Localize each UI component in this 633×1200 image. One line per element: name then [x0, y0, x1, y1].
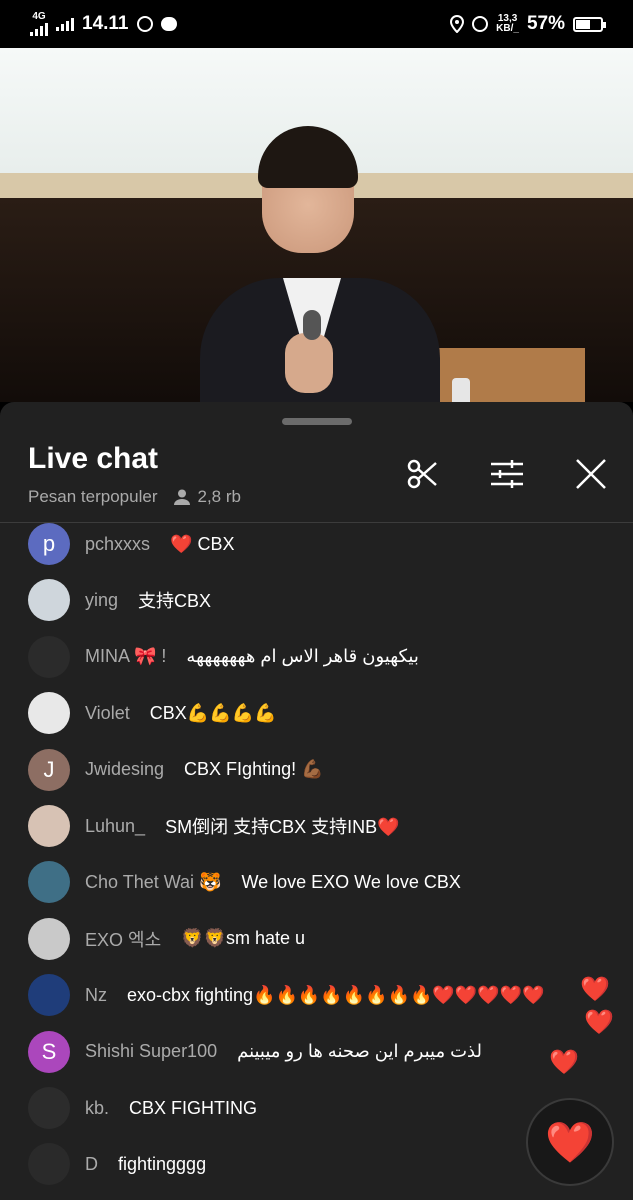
data-speed-unit: KB/_: [496, 23, 519, 34]
message-author[interactable]: D: [85, 1154, 98, 1175]
avatar[interactable]: [28, 805, 70, 847]
message-author[interactable]: Shishi Super100: [85, 1041, 217, 1062]
battery-level: [576, 19, 590, 29]
signal-icon: [30, 22, 48, 36]
message-author[interactable]: pchxxxs: [85, 534, 150, 555]
message-text: ❤️ CBX: [170, 533, 235, 554]
message-author[interactable]: ying: [85, 590, 118, 611]
status-left: 4G 14.11: [30, 12, 177, 36]
location-icon: [450, 15, 465, 33]
viewer-count-label: 2,8 rb: [197, 487, 241, 506]
chat-message[interactable]: Dfightingggg: [28, 1143, 207, 1186]
chat-message[interactable]: Cho Thet Wai 🐯 We love EXO We love CBX: [28, 861, 461, 904]
heart-icon: ❤️: [545, 1120, 595, 1165]
clip-button[interactable]: [403, 454, 443, 494]
heart-reaction-button[interactable]: ❤️: [526, 1098, 614, 1186]
avatar[interactable]: [28, 917, 70, 960]
person-icon: [174, 489, 191, 505]
message-text: بیکهیون قاهر الاس ام هههههههه: [186, 646, 419, 667]
avatar[interactable]: p: [28, 523, 70, 565]
clock: 14.11: [82, 13, 129, 34]
sliders-icon: [491, 460, 523, 488]
alarm-icon: [472, 16, 489, 32]
floating-heart-icon: ❤️: [580, 976, 610, 1003]
message-text: 支持CBX: [138, 591, 212, 612]
chat-title: Live chat: [28, 442, 159, 475]
signal-icon-2: [56, 17, 74, 31]
message-author[interactable]: MINA 🎀 !: [85, 646, 166, 667]
avatar[interactable]: [28, 974, 70, 1017]
viewer-count: 2,8 rb: [173, 487, 241, 507]
chat-message[interactable]: kb. CBX FIGHTING: [28, 1087, 257, 1129]
floating-heart-icon: ❤️: [584, 1009, 614, 1036]
chat-mode-selector[interactable]: Pesan terpopuler: [28, 487, 157, 507]
chat-message[interactable]: J Jwidesing CBX FIghting! 💪🏾: [28, 748, 324, 791]
live-chat-panel: Live chat Pesan terpopuler 2,8 rb p pchxx…: [0, 402, 633, 1200]
network-label: 4G: [32, 11, 46, 22]
message-author[interactable]: Luhun_: [85, 816, 145, 837]
message-list[interactable]: p pchxxxs ❤️ CBX ying 支持CBX MINA 🎀 ! بیکهیون ق…: [0, 523, 633, 1200]
chat-message[interactable]: Nz exo-cbx fighting🔥🔥🔥🔥🔥🔥🔥🔥❤️❤️❤️❤️❤️: [28, 974, 545, 1017]
battery-percent: 57%: [526, 13, 565, 34]
chat-message[interactable]: Luhun_ SM倒闭 支持CBX 支持INB❤️: [28, 805, 400, 847]
message-author[interactable]: Jwidesing: [85, 759, 164, 780]
status-right: 13,3 KB/_ 57%: [450, 13, 606, 35]
avatar[interactable]: [28, 579, 70, 622]
message-author[interactable]: Cho Thet Wai 🐯: [85, 872, 221, 893]
battery-icon: [573, 16, 606, 32]
avatar[interactable]: [28, 692, 70, 735]
chat-message[interactable]: ying 支持CBX: [28, 579, 212, 622]
avatar[interactable]: [28, 1143, 70, 1186]
filter-button[interactable]: [487, 454, 527, 494]
drag-handle[interactable]: [282, 418, 352, 425]
video-microphone: [303, 310, 321, 340]
chat-message[interactable]: S Shishi Super100 لذت میبرم این صحنه ها رو…: [28, 1030, 482, 1073]
avatar[interactable]: [28, 861, 70, 904]
video-bottle: [452, 378, 470, 402]
message-text: We love EXO We love CBX: [241, 871, 461, 892]
message-text: fightingggg: [118, 1153, 207, 1174]
status-bar: 4G 14.11 13,3 KB/_ 57%: [0, 0, 633, 48]
message-text: exo-cbx fighting🔥🔥🔥🔥🔥🔥🔥🔥❤️❤️❤️❤️❤️: [127, 984, 545, 1005]
message-author[interactable]: EXO 엑소: [85, 926, 161, 952]
avatar[interactable]: [28, 635, 70, 678]
message-text: CBX FIGHTING: [129, 1097, 258, 1118]
whatsapp-icon: [136, 16, 153, 32]
scissors-icon: [407, 459, 437, 489]
message-text: 🦁🦁sm hate u: [181, 928, 306, 949]
message-text: CBX💪💪💪💪: [149, 702, 277, 723]
chat-message[interactable]: Violet CBX💪💪💪💪: [28, 692, 277, 735]
chat-message[interactable]: p pchxxxs ❤️ CBX: [28, 523, 234, 565]
avatar[interactable]: J: [28, 748, 70, 791]
message-author[interactable]: kb.: [85, 1098, 109, 1119]
video-player[interactable]: [0, 48, 633, 402]
network-indicator: 4G: [30, 12, 48, 36]
chat-message[interactable]: MINA 🎀 ! بیکهیون قاهر الاس ام هههههههه: [28, 635, 419, 678]
floating-heart-icon: ❤️: [549, 1049, 579, 1076]
chat-subtitle: Pesan terpopuler 2,8 rb: [28, 487, 241, 507]
close-icon: [576, 459, 606, 489]
message-text: لذت میبرم این صحنه ها رو میبینم: [237, 1041, 482, 1062]
message-author[interactable]: Nz: [85, 985, 107, 1006]
message-text: SM倒闭 支持CBX 支持INB❤️: [165, 817, 400, 837]
video-speaker-hand: [285, 333, 333, 393]
avatar[interactable]: S: [28, 1030, 70, 1073]
avatar[interactable]: [28, 1087, 70, 1129]
message-icon: [160, 17, 177, 31]
close-button[interactable]: [571, 454, 611, 494]
message-text: CBX FIghting! 💪🏾: [184, 759, 324, 780]
data-speed: 13,3 KB/_: [496, 14, 519, 34]
chat-message[interactable]: EXO 엑소 🦁🦁sm hate u: [28, 917, 306, 960]
message-author[interactable]: Violet: [85, 703, 130, 724]
